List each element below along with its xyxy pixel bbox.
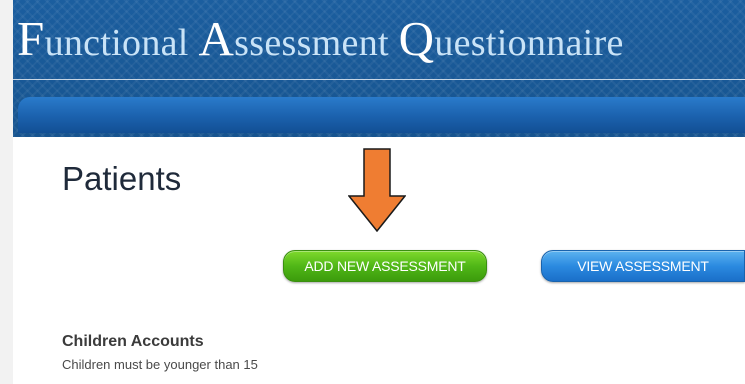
app-title: Functional Assessment Questionnaire [17,14,624,68]
page-title: Patients [62,160,182,197]
section-subtitle: Children must be younger than 15 [62,357,258,372]
header-divider [13,79,745,80]
title-word-1: unctional [44,22,199,64]
title-cap-3: Q [398,11,435,66]
title-cap-2: A [198,11,235,66]
navigation-bar [18,97,745,133]
site-header: Functional Assessment Questionnaire [13,0,745,137]
page-left-margin [0,0,13,384]
add-new-assessment-button[interactable]: ADD NEW ASSESSMENT [283,250,487,282]
arrow-down-icon [348,148,406,232]
title-word-2: ssessment [234,22,399,64]
title-word-3: uestionnaire [434,22,624,64]
view-assessment-button[interactable]: VIEW ASSESSMENT [541,250,745,282]
title-cap-1: F [17,11,45,66]
section-title: Children Accounts [62,333,204,350]
